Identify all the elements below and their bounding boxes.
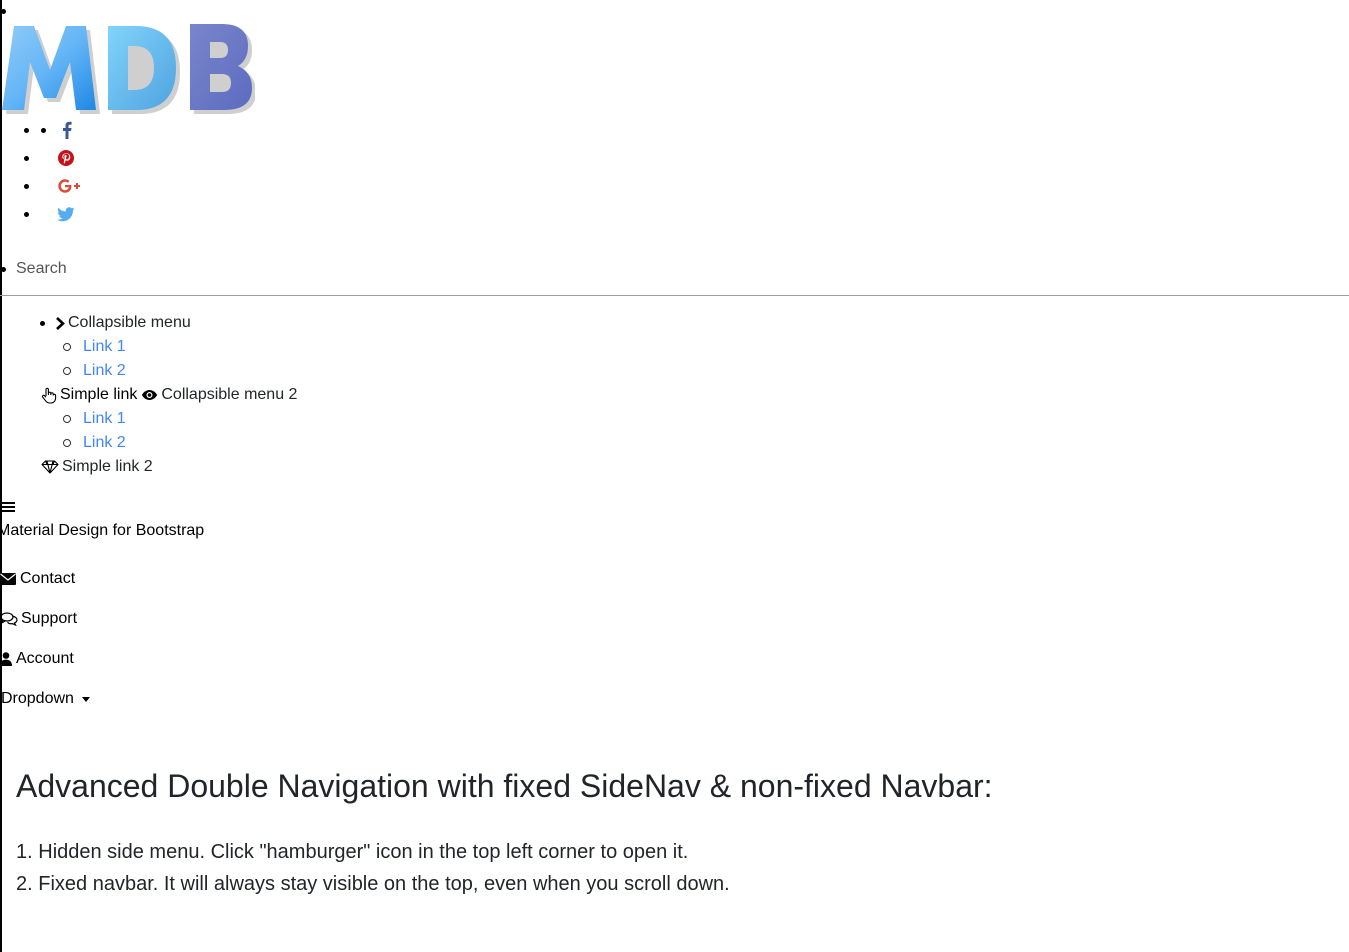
nav-item-support[interactable]: Support	[0, 609, 77, 629]
feature-list: 1. Hidden side menu. Click "hamburger" i…	[16, 836, 730, 900]
simple-link-2-label: Simple link 2	[62, 458, 153, 475]
list-bullet	[1, 9, 6, 14]
nav-item-dropdown[interactable]: Dropdown	[1, 689, 93, 709]
nav-item-account-label: Account	[16, 650, 74, 667]
collapsible-menu-1-link-1: Link 1	[63, 337, 126, 357]
social-item-google-plus	[24, 176, 83, 196]
nav-item-support-label: Support	[21, 610, 78, 627]
collapsible-menu-1-link-2: Link 2	[63, 361, 126, 381]
social-item-twitter	[24, 204, 75, 224]
pinterest-icon[interactable]	[57, 149, 75, 167]
search-form	[0, 257, 1349, 296]
social-item-pinterest	[24, 148, 75, 168]
nav-item-contact-label: Contact	[20, 570, 76, 587]
feature-text: Fixed navbar. It will always stay visibl…	[38, 873, 730, 895]
simple-link-2[interactable]: Simple link 2	[41, 457, 153, 477]
envelope-icon	[0, 573, 16, 585]
link-2[interactable]: Link 2	[83, 361, 126, 381]
feature-list-item: 2. Fixed navbar. It will always stay vis…	[16, 873, 730, 895]
left-edge-rule	[0, 0, 2, 952]
diamond-icon	[41, 460, 59, 474]
hamburger-button[interactable]	[1, 500, 15, 518]
sidenav-row: Simple link Collapsible menu 2	[41, 385, 297, 405]
link-1[interactable]: Link 1	[83, 409, 126, 429]
hand-pointer-icon	[41, 387, 57, 404]
nav-item-account[interactable]: Account	[0, 649, 74, 669]
feature-text: Hidden side menu. Click "hamburger" icon…	[38, 841, 689, 863]
eye-icon	[141, 389, 158, 401]
google-plus-icon[interactable]	[57, 177, 83, 195]
simple-link[interactable]: Simple link	[60, 385, 137, 405]
hamburger-icon	[1, 500, 15, 517]
collapsible-menu-1-toggle[interactable]: Collapsible menu	[40, 313, 191, 333]
twitter-icon[interactable]	[57, 205, 75, 223]
nav-item-contact[interactable]: Contact	[0, 569, 75, 589]
social-item-facebook	[24, 120, 76, 140]
feature-list-item: 1. Hidden side menu. Click "hamburger" i…	[16, 841, 689, 863]
search-input[interactable]	[16, 257, 616, 281]
collapsible-menu-2-link-2: Link 2	[63, 433, 126, 453]
comments-icon	[0, 612, 18, 626]
mdb-logo[interactable]	[0, 18, 255, 118]
facebook-icon[interactable]	[58, 121, 76, 139]
link-2[interactable]: Link 2	[83, 433, 126, 453]
nav-item-dropdown-label: Dropdown	[1, 690, 74, 707]
caret-down-icon	[81, 696, 90, 702]
user-icon	[0, 652, 12, 666]
page-title: Advanced Double Navigation with fixed Si…	[16, 768, 993, 804]
collapsible-menu-2-link-1: Link 1	[63, 409, 126, 429]
collapsible-menu-2-toggle[interactable]: Collapsible menu 2	[161, 385, 297, 405]
navbar-brand[interactable]: Material Design for Bootstrap	[0, 521, 204, 541]
chevron-right-icon	[55, 316, 65, 330]
collapsible-menu-1-label: Collapsible menu	[68, 314, 191, 331]
link-1[interactable]: Link 1	[83, 337, 126, 357]
